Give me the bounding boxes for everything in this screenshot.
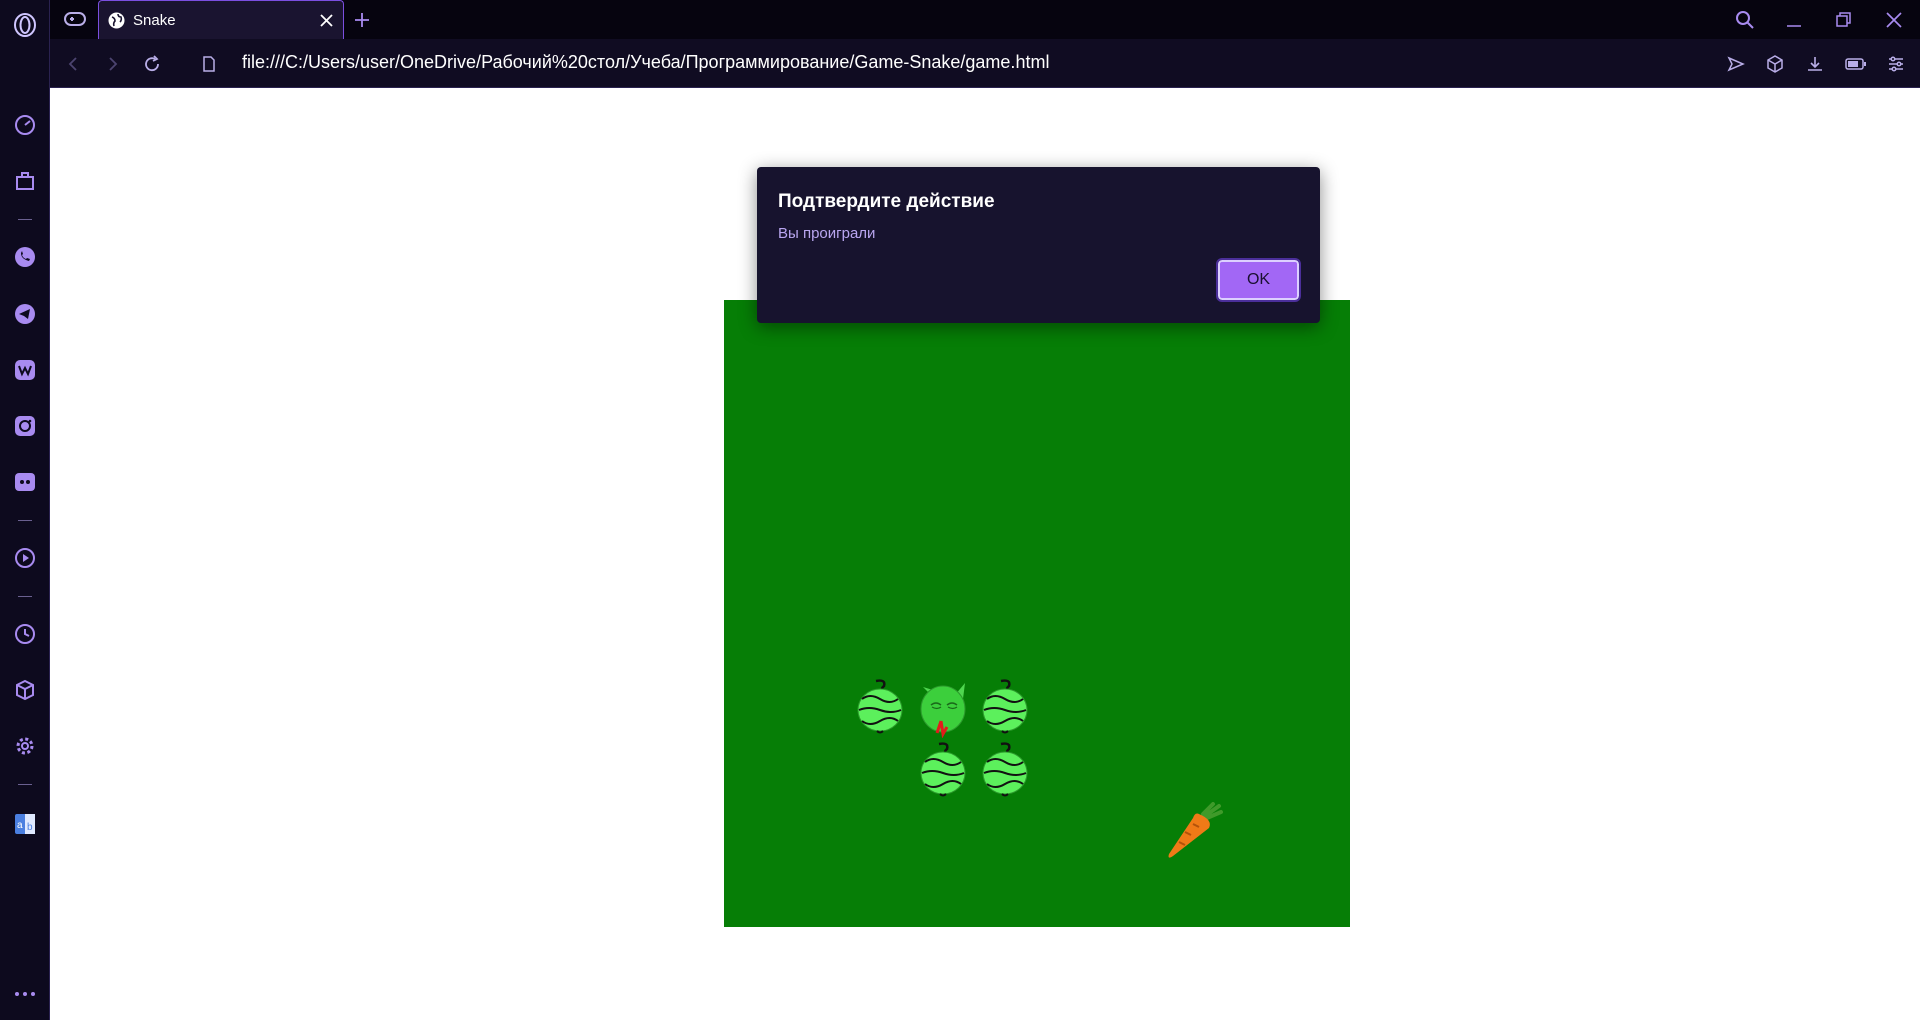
sidebar-separator xyxy=(18,784,32,785)
send-icon[interactable] xyxy=(1724,52,1748,76)
extensions-icon[interactable] xyxy=(0,672,50,708)
dialog-message: Вы проиграли xyxy=(778,225,876,242)
telegram-icon[interactable] xyxy=(0,296,50,332)
search-tabs-icon[interactable] xyxy=(1733,8,1757,32)
sidebar-separator xyxy=(18,520,32,521)
carrot-food-icon xyxy=(1163,802,1224,863)
close-tab-icon[interactable] xyxy=(318,12,335,29)
more-icon[interactable] xyxy=(0,976,50,1012)
battery-saver-icon[interactable] xyxy=(1844,52,1868,76)
gamepad-icon[interactable] xyxy=(60,6,90,32)
snake-body-segment xyxy=(913,740,974,801)
url-field[interactable]: file:///C:/Users/user/OneDrive/Рабочий%2… xyxy=(242,52,1049,73)
briefcase-icon[interactable] xyxy=(0,163,50,199)
speed-dial-icon[interactable] xyxy=(0,107,50,143)
minimize-icon[interactable] xyxy=(1782,8,1806,32)
confirm-dialog: Подтвердите действие Вы проиграли OK xyxy=(757,167,1320,323)
extensions-box-icon[interactable] xyxy=(1763,52,1787,76)
sidebar: ab xyxy=(0,0,50,1020)
page-content: Подтвердите действие Вы проиграли OK xyxy=(51,88,1920,1020)
snake-body-segment xyxy=(850,677,911,738)
snake-head xyxy=(913,677,974,739)
file-icon xyxy=(197,52,221,76)
back-icon[interactable] xyxy=(62,52,86,76)
svg-text:a: a xyxy=(17,820,23,831)
address-bar: file:///C:/Users/user/OneDrive/Рабочий%2… xyxy=(50,39,1920,88)
tab-bar: Snake xyxy=(50,0,1920,39)
sidebar-separator xyxy=(18,219,32,220)
translate-icon[interactable]: ab xyxy=(0,806,50,842)
restore-icon[interactable] xyxy=(1832,8,1856,32)
svg-text:b: b xyxy=(27,822,33,833)
game-board[interactable] xyxy=(724,300,1350,927)
forward-icon[interactable] xyxy=(100,52,124,76)
whatsapp-icon[interactable] xyxy=(0,239,50,275)
vk-icon[interactable] xyxy=(0,352,50,388)
history-icon[interactable] xyxy=(0,616,50,652)
dialog-title: Подтвердите действие xyxy=(778,191,995,212)
opera-logo-icon[interactable] xyxy=(0,7,50,43)
instagram-icon[interactable] xyxy=(0,408,50,444)
ok-button[interactable]: OK xyxy=(1216,258,1301,302)
easy-setup-icon[interactable] xyxy=(1884,52,1908,76)
download-icon[interactable] xyxy=(1803,52,1827,76)
snake-body-segment xyxy=(975,677,1036,738)
settings-icon[interactable] xyxy=(0,728,50,764)
snake-body-segment xyxy=(975,740,1036,801)
sidebar-separator xyxy=(18,596,32,597)
new-tab-icon[interactable] xyxy=(350,8,374,32)
discord-icon[interactable] xyxy=(0,464,50,500)
globe-icon xyxy=(108,12,125,29)
tab-snake[interactable]: Snake xyxy=(98,0,344,39)
close-window-icon[interactable] xyxy=(1882,8,1906,32)
player-icon[interactable] xyxy=(0,540,50,576)
reload-icon[interactable] xyxy=(140,52,164,76)
tab-title: Snake xyxy=(133,12,176,29)
